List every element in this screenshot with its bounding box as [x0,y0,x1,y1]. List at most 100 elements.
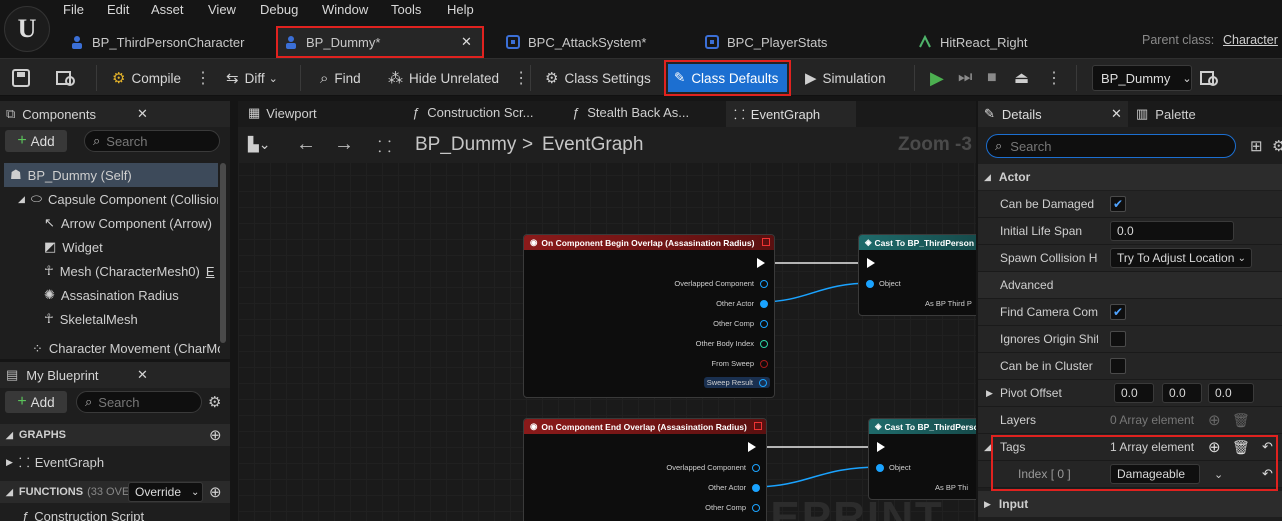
pin-from-sweep[interactable]: From Sweep [711,359,768,368]
menu-edit[interactable]: Edit [107,2,129,22]
tab-details[interactable]: ✎ Details ✕ [978,101,1128,127]
property-matrix-icon[interactable]: ⊞ [1250,137,1263,155]
menu-view[interactable]: View [208,2,236,22]
end-overlap-event-node[interactable]: ◉ On Component End Overlap (Assasination… [523,418,767,521]
pin-object[interactable]: Object [876,463,911,472]
find-button[interactable]: ⌕ Find [320,59,361,97]
pin-sweep-result[interactable]: Sweep Result [703,377,770,388]
initial-life-span-input[interactable]: 0.0 [1110,221,1234,241]
tab-bp-thirdpersoncharacter[interactable]: BP_ThirdPersonCharacter [62,26,272,58]
tab-palette[interactable]: ▥ Palette [1136,101,1196,127]
gear-icon[interactable]: ⚙ [1272,137,1282,155]
ignores-origin-checkbox[interactable] [1110,331,1126,347]
add-graph-icon[interactable]: ⊕ [209,426,222,444]
add-member-button[interactable]: + Add [5,391,67,413]
pivot-x-input[interactable]: 0.0 [1114,383,1154,403]
close-tab-icon[interactable]: ✕ [461,34,472,50]
pin-as-bp-third[interactable]: As BP Thi [935,483,968,492]
menu-file[interactable]: File [63,2,84,22]
tab-eventgraph[interactable]: ⸬ EventGraph [726,101,856,127]
pin-other-body-index[interactable]: Other Body Index [696,339,768,348]
tab-bpc-attacksystem[interactable]: BPC_AttackSystem* [492,26,692,58]
can-be-damaged-checkbox[interactable]: ✔ [1110,196,1126,212]
exec-out-pin[interactable] [748,442,756,452]
tab-bpc-playerstats[interactable]: BPC_PlayerStats [697,26,897,58]
pin-other-comp[interactable]: Other Comp [705,503,760,512]
event-graph-canvas[interactable]: ▙⌄ ← → ⸬ BP_Dummy > EventGraph Zoom -3 B… [238,127,976,521]
pivot-z-input[interactable]: 0.0 [1208,383,1254,403]
add-element-icon[interactable]: ⊕ [1208,411,1221,429]
cast-to-thirdperson-node-2[interactable]: ◈ Cast To BP_ThirdPerso Object As BP Thi [868,418,976,500]
hide-unrelated-button[interactable]: ⁂ Hide Unrelated ⋮ [388,59,529,97]
component-item-widget[interactable]: ◩ Widget [44,235,220,259]
component-item-assasination-radius[interactable]: ✺ Assasination Radius [44,283,220,307]
parent-class-link[interactable]: Character [1223,33,1278,47]
save-icon[interactable] [12,59,30,97]
play-icon[interactable]: ▶ [930,59,944,97]
menu-tools[interactable]: Tools [391,2,421,22]
exec-in-pin[interactable] [877,442,885,452]
close-panel-icon[interactable]: ✕ [1111,106,1122,122]
pin-object[interactable]: Object [866,279,901,288]
delegate-pin[interactable] [754,422,762,430]
gear-icon[interactable]: ⚙ [208,393,221,411]
actor-category[interactable]: ◢ Actor [978,164,1282,190]
component-item-character-movement[interactable]: ⁘ Character Movement (CharMoveComp) [32,341,220,359]
stop-icon[interactable]: ■ [987,59,997,97]
unreal-logo-icon[interactable]: U [4,6,50,52]
debug-filter-icon[interactable] [1200,59,1218,97]
components-scrollbar[interactable] [220,163,226,343]
more-options-icon[interactable]: ⋮ [513,68,529,88]
add-component-button[interactable]: + Add [5,130,67,152]
debug-object-select[interactable]: BP_Dummy ⌄ [1092,65,1192,91]
components-search-input[interactable]: ⌕ Search [84,130,220,152]
tab-stealth-back-assassination[interactable]: ƒ Stealth Back As... [572,105,689,120]
menu-window[interactable]: Window [322,2,368,22]
collapse-arrow-icon[interactable]: ◢ [18,194,25,205]
component-item-mesh[interactable]: ☥ Mesh (CharacterMesh0) E [44,259,220,283]
tab-construction-script[interactable]: ƒ Construction Scr... [412,105,533,120]
more-options-icon[interactable]: ⋮ [195,68,211,88]
tab-hitreact-right[interactable]: HitReact_Right [910,26,1100,58]
pivot-y-input[interactable]: 0.0 [1162,383,1202,403]
tab-viewport[interactable]: ▦ Viewport [248,105,317,121]
graphs-section[interactable]: ◢ GRAPHS ⊕ [0,424,230,446]
diff-button[interactable]: ⇆ Diff ⌄ [226,59,278,97]
can-be-in-cluster-checkbox[interactable] [1110,358,1126,374]
cast-to-thirdperson-node[interactable]: ◈ Cast To BP_ThirdPerson Object As BP Th… [858,234,976,316]
pin-overlapped-component[interactable]: Overlapped Component [674,279,768,288]
simulation-button[interactable]: ▶ Simulation [805,59,886,97]
menu-debug[interactable]: Debug [260,2,298,22]
component-item-skeletalmesh[interactable]: ☥ SkeletalMesh [44,307,220,331]
begin-overlap-event-node[interactable]: ◉ On Component Begin Overlap (Assasinati… [523,234,775,398]
component-item-arrow[interactable]: ↖ Arrow Component (Arrow) [44,211,220,235]
close-panel-icon[interactable]: ✕ [137,106,148,122]
pin-other-actor[interactable]: Other Actor [708,483,760,492]
spawn-collision-dropdown[interactable]: Try To Adjust Location ⌄ [1110,248,1252,268]
class-settings-button[interactable]: ⚙ Class Settings [545,59,651,97]
tab-bp-dummy[interactable]: BP_Dummy* ✕ [276,26,484,58]
exec-in-pin[interactable] [867,258,875,268]
compile-button[interactable]: ⚙ Compile ⋮ [112,59,211,97]
my-blueprint-search-input[interactable]: ⌕ Search [76,391,202,413]
step-icon[interactable]: ⏭ [958,59,972,97]
delegate-pin[interactable] [762,238,770,246]
functions-section[interactable]: ◢ FUNCTIONS (33 OVERRIDABLE) Override ⌄ … [0,481,230,503]
pin-as-bp-third[interactable]: As BP Third P [925,299,972,308]
close-panel-icon[interactable]: ✕ [137,367,148,383]
find-camera-checkbox[interactable]: ✔ [1110,304,1126,320]
more-options-icon[interactable]: ⋮ [1046,59,1062,97]
component-item-capsule[interactable]: ◢ ⬭ Capsule Component (CollisionCylinder… [18,187,218,211]
collapse-arrow-icon[interactable]: ◢ [984,442,991,453]
expand-arrow-icon[interactable]: ▶ [986,388,993,399]
construction-script-item[interactable]: ƒ Construction Script [22,509,222,521]
browse-icon[interactable] [56,59,76,97]
menu-help[interactable]: Help [447,2,474,22]
component-item-self[interactable]: ☗ BP_Dummy (Self) [4,163,218,187]
exec-out-pin[interactable] [757,258,765,268]
trash-icon[interactable]: 🗑 [1232,412,1250,429]
advanced-group[interactable]: Advanced [978,272,1282,299]
details-search-input[interactable]: ⌕ Search [986,134,1236,158]
override-dropdown[interactable]: Override ⌄ [128,482,203,502]
pin-other-actor[interactable]: Other Actor [716,299,768,308]
